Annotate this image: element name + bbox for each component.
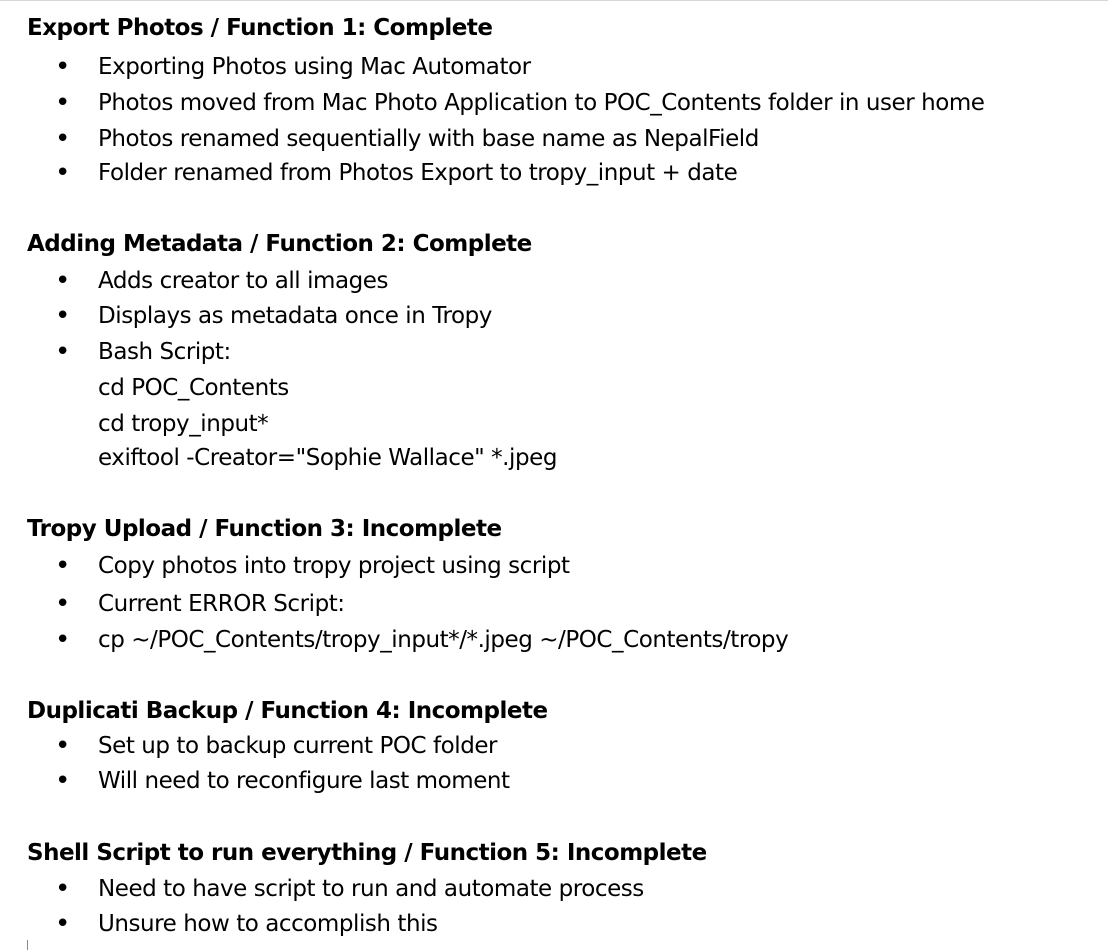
list-item: Displays as metadata once in Tropy: [98, 303, 492, 329]
text-cursor: [27, 940, 28, 950]
list-item: Exporting Photos using Mac Automator: [98, 54, 531, 80]
section-heading-export-photos: Export Photos / Function 1: Complete: [27, 15, 493, 41]
section-heading-shell-script: Shell Script to run everything / Functio…: [27, 840, 707, 866]
bullet-icon: •: [55, 52, 71, 82]
bullet-icon: •: [55, 909, 71, 939]
bullet-icon: •: [55, 337, 71, 367]
bullet-icon: •: [55, 625, 71, 655]
bullet-icon: •: [55, 301, 71, 331]
bullet-icon: •: [55, 551, 71, 581]
list-item: Current ERROR Script:: [98, 591, 345, 617]
bullet-icon: •: [55, 124, 71, 154]
code-line: exiftool -Creator="Sophie Wallace" *.jpe…: [98, 445, 557, 471]
section-heading-adding-metadata: Adding Metadata / Function 2: Complete: [27, 231, 532, 257]
section-heading-tropy-upload: Tropy Upload / Function 3: Incomplete: [27, 516, 502, 542]
bullet-icon: •: [55, 266, 71, 296]
bullet-icon: •: [55, 158, 71, 188]
list-item: Photos moved from Mac Photo Application …: [98, 90, 985, 116]
list-item: Bash Script:: [98, 339, 231, 365]
list-item: Copy photos into tropy project using scr…: [98, 553, 570, 579]
bullet-icon: •: [55, 766, 71, 796]
list-item: Folder renamed from Photos Export to tro…: [98, 160, 738, 186]
section-heading-duplicati-backup: Duplicati Backup / Function 4: Incomplet…: [27, 698, 548, 724]
list-item: Adds creator to all images: [98, 268, 389, 294]
bullet-icon: •: [55, 874, 71, 904]
bullet-icon: •: [55, 731, 71, 761]
bullet-icon: •: [55, 589, 71, 619]
code-line: cd tropy_input*: [98, 411, 269, 437]
list-item: Set up to backup current POC folder: [98, 733, 498, 759]
document-body: Export Photos / Function 1: Complete • E…: [0, 0, 1108, 950]
list-item: Photos renamed sequentially with base na…: [98, 126, 759, 152]
code-line: cd POC_Contents: [98, 375, 289, 401]
list-item: Will need to reconfigure last moment: [98, 768, 510, 794]
list-item: cp ~/POC_Contents/tropy_input*/*.jpeg ~/…: [98, 627, 789, 653]
list-item: Unsure how to accomplish this: [98, 911, 438, 937]
list-item: Need to have script to run and automate …: [98, 876, 644, 902]
bullet-icon: •: [55, 88, 71, 118]
